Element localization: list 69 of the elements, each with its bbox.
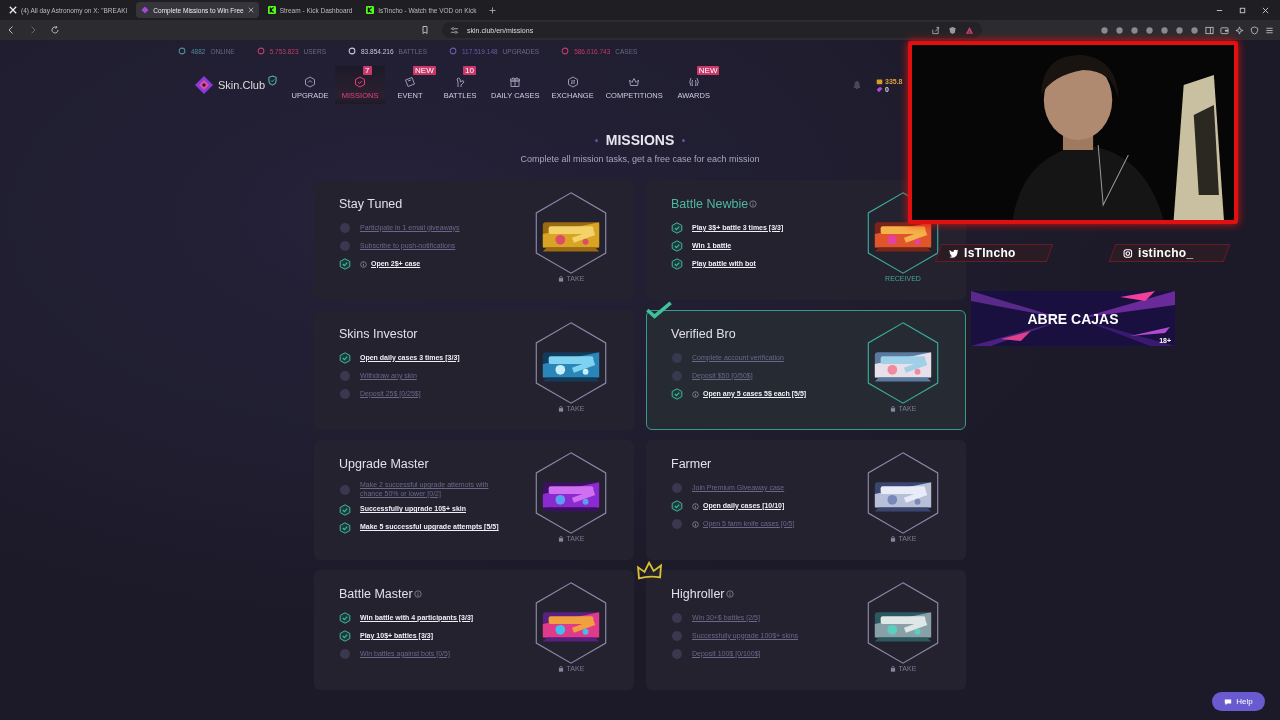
share-icon[interactable] bbox=[931, 25, 940, 35]
gift-icon bbox=[509, 76, 522, 88]
info-icon[interactable] bbox=[413, 590, 422, 598]
camera-icon bbox=[1123, 248, 1133, 258]
info-icon[interactable] bbox=[692, 390, 699, 398]
page-title: MISSIONS bbox=[605, 132, 675, 148]
mission-title: Battle Newbie bbox=[671, 197, 749, 211]
lock-icon bbox=[889, 535, 896, 542]
mission-title: Skins Investor bbox=[339, 327, 418, 341]
exchange-icon bbox=[566, 76, 579, 88]
vpn-shield-icon[interactable] bbox=[1250, 25, 1259, 35]
shield-icon bbox=[354, 76, 367, 88]
logo-icon bbox=[194, 75, 214, 95]
upgrade-icon bbox=[304, 76, 317, 88]
mission-title: Stay Tuned bbox=[339, 197, 403, 211]
wallet-icon[interactable] bbox=[1220, 25, 1229, 35]
bird-icon bbox=[949, 248, 959, 258]
logo-text[interactable]: Skin.Club bbox=[218, 79, 266, 91]
crown-icon bbox=[628, 76, 641, 88]
restore-icon[interactable] bbox=[1238, 5, 1247, 15]
lock-icon bbox=[889, 405, 896, 412]
info-icon[interactable] bbox=[749, 200, 758, 208]
kick-logo-icon bbox=[267, 6, 276, 14]
kick-logo-icon bbox=[366, 6, 375, 14]
reload-icon[interactable] bbox=[50, 25, 60, 35]
social-handle: IsTIncho bbox=[964, 246, 1016, 260]
site-settings-icon bbox=[450, 25, 459, 35]
page-subtitle: Complete all mission tasks, get a free case for each mission bbox=[520, 154, 760, 164]
lock-icon bbox=[557, 405, 564, 412]
mission-title: Farmer bbox=[671, 457, 712, 471]
info-icon[interactable] bbox=[725, 590, 734, 598]
info-icon[interactable] bbox=[360, 260, 367, 268]
crown-icon bbox=[636, 560, 664, 582]
x-logo-icon bbox=[9, 6, 17, 14]
back-icon[interactable] bbox=[6, 25, 16, 35]
menu-icon[interactable] bbox=[1265, 25, 1274, 35]
mission-title: Verified Bro bbox=[671, 327, 736, 341]
lock-icon bbox=[557, 275, 564, 282]
lock-icon bbox=[889, 665, 896, 672]
lock-icon bbox=[557, 665, 564, 672]
nav-badge: 10 bbox=[463, 66, 476, 75]
social-handle: istincho_ bbox=[1138, 246, 1194, 260]
info-icon[interactable] bbox=[692, 502, 699, 510]
check-icon bbox=[645, 301, 673, 319]
forward-icon[interactable] bbox=[28, 25, 38, 35]
nav-badge: NEW bbox=[413, 66, 436, 75]
bookmark-icon[interactable] bbox=[420, 25, 430, 35]
new-tab-icon[interactable] bbox=[489, 6, 497, 14]
diamond-logo-icon bbox=[141, 6, 150, 14]
shield-check-icon bbox=[268, 74, 278, 86]
sidebar-icon[interactable] bbox=[1205, 25, 1214, 35]
ticket-icon bbox=[876, 85, 883, 93]
chat-icon bbox=[1224, 697, 1233, 706]
nav-badge: NEW bbox=[696, 66, 720, 75]
mission-title: Upgrade Master bbox=[339, 457, 429, 471]
close-icon[interactable] bbox=[1261, 5, 1270, 15]
info-icon[interactable] bbox=[692, 520, 699, 528]
lock-icon bbox=[557, 535, 564, 542]
close-icon[interactable] bbox=[247, 7, 254, 13]
mission-title: Highroller bbox=[671, 587, 725, 601]
wallet-icon bbox=[876, 77, 883, 85]
triangle-icon[interactable] bbox=[965, 25, 974, 35]
laurel-icon bbox=[687, 76, 700, 88]
mission-title: Battle Master bbox=[339, 587, 413, 601]
sparkle-icon[interactable] bbox=[1235, 25, 1244, 35]
help-button[interactable]: Help bbox=[1212, 692, 1265, 711]
ticket-icon bbox=[404, 76, 417, 88]
nav-badge: 7 bbox=[363, 66, 372, 75]
banner-title: ABRE CAJAS bbox=[1027, 310, 1119, 327]
